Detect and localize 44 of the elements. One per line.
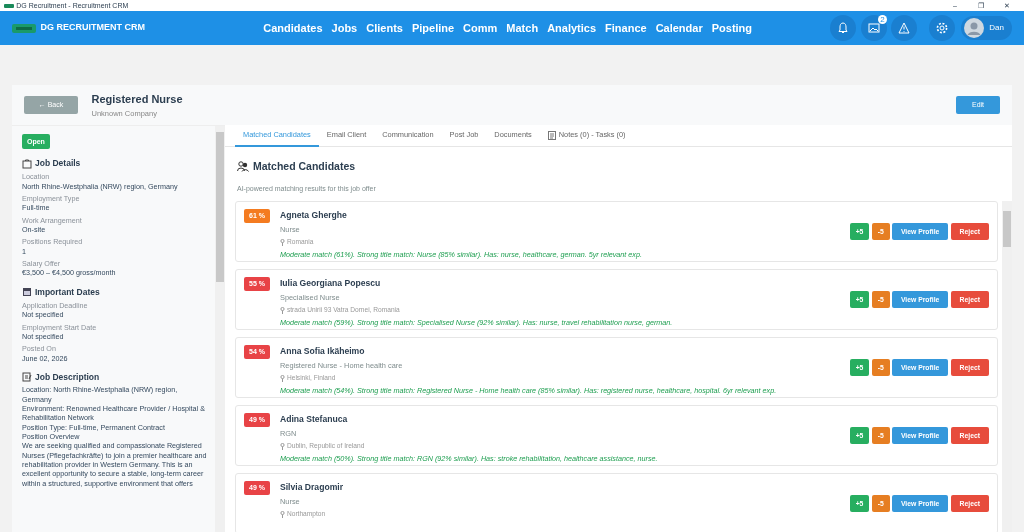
pin-icon — [279, 510, 285, 518]
warning-icon — [898, 22, 911, 34]
candidate-name: Silvia Dragomir — [279, 481, 344, 495]
pin-icon — [279, 238, 285, 246]
nav-link[interactable]: Comm — [463, 19, 498, 37]
briefcase-icon — [22, 158, 32, 169]
notes-icon — [547, 130, 556, 140]
candidate-name: Agneta Gherghe — [279, 209, 348, 223]
candidate-name: Iulia Georgiana Popescu — [279, 277, 382, 291]
image-icon — [867, 22, 880, 34]
section-heading: Matched Candidates — [253, 159, 356, 174]
bell-button[interactable] — [830, 15, 857, 41]
settings-button[interactable] — [928, 15, 955, 41]
calendar-icon — [22, 287, 32, 298]
people-icon — [237, 161, 249, 173]
settings-icon — [935, 22, 948, 34]
warning-button[interactable] — [891, 15, 918, 41]
user-menu[interactable]: Dan — [961, 16, 1012, 40]
nav-link[interactable]: Match — [506, 19, 539, 37]
pin-icon — [279, 442, 285, 450]
nav-link[interactable]: Posting — [711, 19, 753, 37]
nav-link[interactable]: Calendar — [655, 19, 703, 37]
section-heading: Job Details — [35, 158, 81, 170]
notification-count: 2 — [878, 15, 887, 24]
bell-icon — [837, 22, 850, 34]
nav-link[interactable]: Pipeline — [411, 19, 455, 37]
candidate-name: Anna Sofia Ikäheimo — [279, 345, 366, 359]
job-title: Registered Nurse — [91, 92, 183, 108]
section-heading: Job Description — [35, 371, 100, 383]
logo-icon — [12, 23, 36, 33]
app-icon — [4, 2, 14, 9]
nav-link[interactable]: Analytics — [547, 19, 597, 37]
nav-link[interactable]: Candidates — [263, 19, 323, 37]
image-button[interactable]: 2 — [860, 15, 887, 41]
pin-icon — [279, 306, 285, 314]
document-icon — [22, 372, 32, 383]
brand-name: DG RECRUITMENT CRM — [40, 21, 145, 35]
nav-link[interactable]: Clients — [366, 19, 403, 37]
section-heading: Important Dates — [35, 286, 100, 298]
nav-link[interactable]: Finance — [605, 19, 647, 37]
nav-link[interactable]: Jobs — [331, 19, 358, 37]
avatar-icon — [964, 18, 985, 38]
pin-icon — [279, 374, 285, 382]
candidate-name: Adina Stefanuca — [279, 413, 349, 427]
